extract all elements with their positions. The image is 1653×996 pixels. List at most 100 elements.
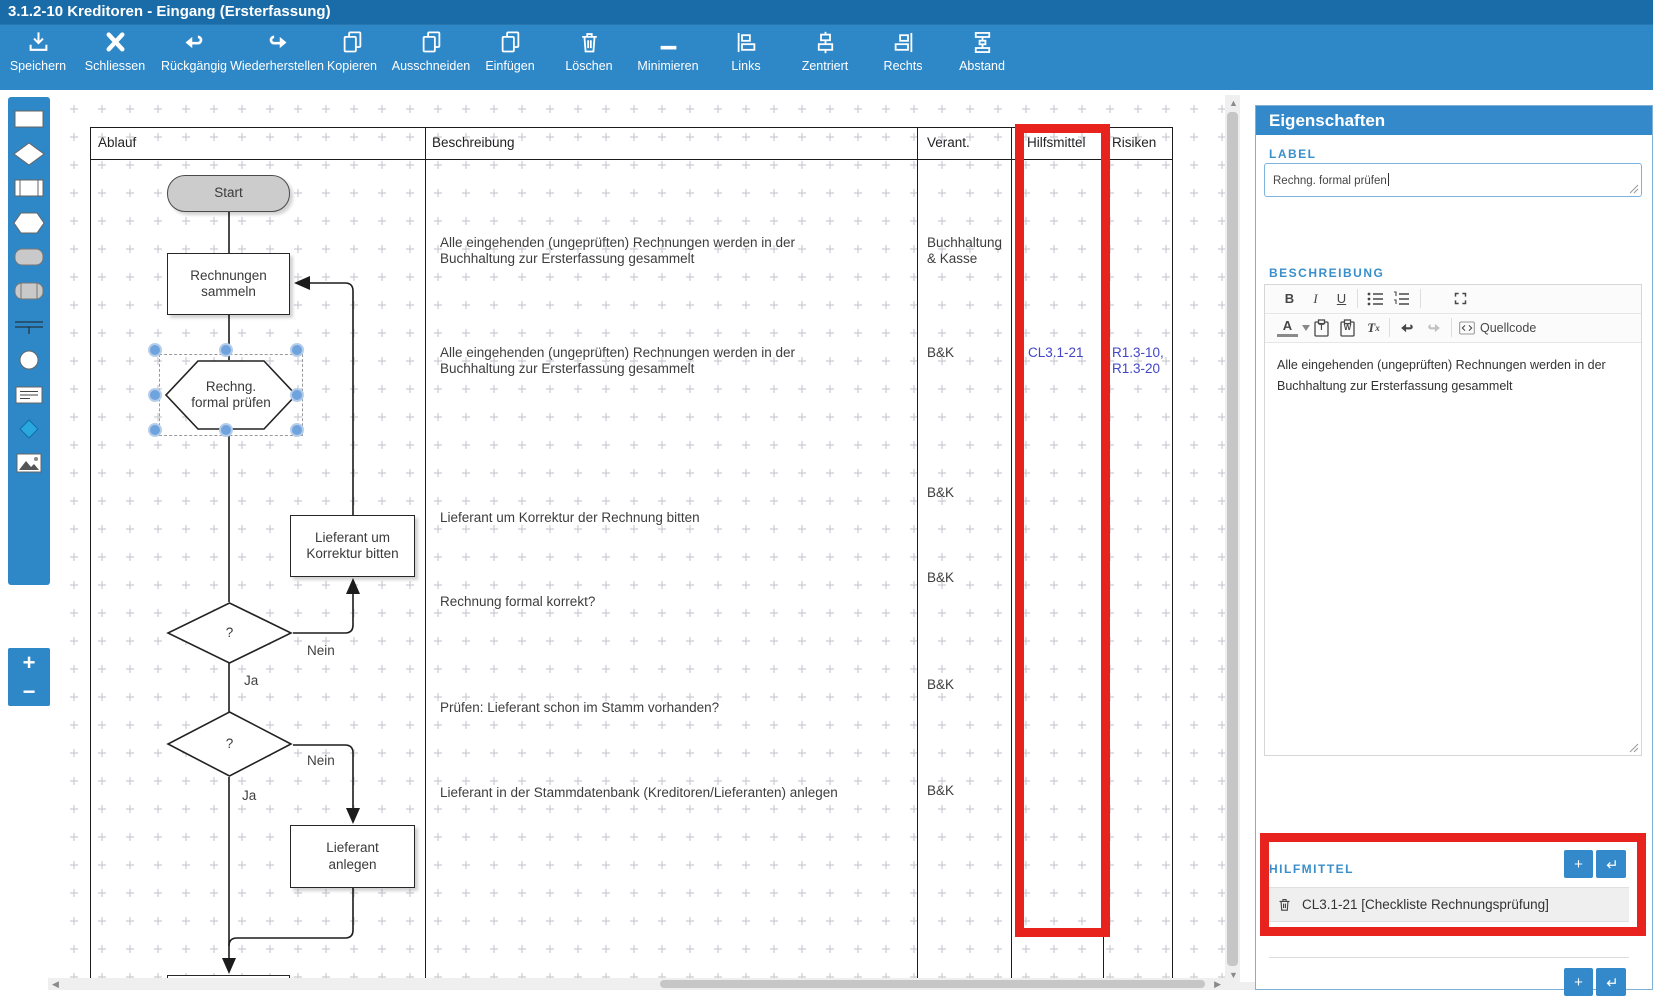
node-lieferant-anlegen[interactable]: Lieferant anlegen [290, 825, 415, 888]
description-content[interactable]: Alle eingehenden (ungeprüften) Rechnunge… [1265, 342, 1641, 755]
label-input[interactable]: Rechng. formal prüfen [1264, 163, 1642, 197]
edge-label-ja2: Ja [242, 788, 257, 803]
save-button[interactable]: Speichern [3, 29, 73, 73]
trash-icon[interactable] [1277, 896, 1292, 913]
paste-as-text-button[interactable]: T [1311, 317, 1332, 338]
tool-predefined-process-icon[interactable] [12, 175, 46, 201]
properties-panel: Eigenschaften LABEL Rechng. formal prüfe… [1255, 105, 1653, 996]
numbered-list-button[interactable] [1391, 288, 1412, 309]
row-verant: B&K [927, 783, 955, 798]
resize-handle-icon[interactable] [1629, 184, 1639, 194]
spacing-label: Abstand [959, 59, 1005, 73]
tool-terminator-subprocess-icon[interactable] [12, 278, 46, 304]
scroll-up-icon[interactable]: ▲ [1229, 99, 1238, 108]
edge-label-nein1: Nein [307, 643, 335, 658]
paste-from-word-button[interactable]: W [1337, 317, 1358, 338]
tool-diamond-icon[interactable] [12, 141, 46, 167]
table-left-border [90, 127, 91, 978]
hilfsmittel-link-button[interactable] [1596, 850, 1626, 878]
source-code-button[interactable]: Quellcode [1459, 317, 1545, 338]
scroll-right-icon[interactable]: ▶ [1214, 980, 1221, 989]
bullet-list-button[interactable] [1365, 288, 1386, 309]
next-section-add-button[interactable]: + [1564, 968, 1593, 996]
delete-label: Löschen [565, 59, 613, 73]
redo-icon [269, 35, 286, 49]
align-right-label: Rechts [883, 59, 923, 73]
canvas-horizontal-scrollbar-thumb[interactable] [660, 980, 1205, 988]
row-risiken-link[interactable]: R1.3-10, R1.3-20 [1112, 345, 1172, 378]
row-verant: Buchhaltung & Kasse [927, 235, 1003, 267]
tool-terminator-icon[interactable] [12, 244, 46, 270]
editor-undo-button[interactable] [1397, 317, 1418, 338]
italic-button[interactable]: I [1305, 288, 1326, 309]
node-lieferant-korrektur[interactable]: Lieferant um Korrektur bitten [290, 515, 415, 577]
spacing-button[interactable]: Abstand [952, 29, 1012, 73]
row-hilfsmittel-link[interactable]: CL3.1-21 [1028, 345, 1098, 361]
row-beschreibung: Prüfen: Lieferant schon im Stamm vorhand… [440, 700, 720, 715]
canvas-grid [60, 95, 1225, 978]
selection-handle[interactable] [219, 423, 233, 437]
edge-label-ja1: Ja [244, 673, 259, 688]
zoom-in-button[interactable]: + [23, 651, 36, 674]
node-rechnungen-sammeln[interactable]: Rechnungen sammeln [167, 253, 290, 315]
enter-arrow-icon [1606, 859, 1616, 868]
selection-handle[interactable] [148, 343, 162, 357]
tool-rectangle-icon[interactable] [12, 106, 46, 132]
selection-handle[interactable] [148, 423, 162, 437]
column-header-hilfsmittel: Hilfsmittel [1027, 135, 1086, 150]
undo-label: Rückgängig [160, 59, 227, 73]
hilfsmittel-item-label: CL3.1-21 [Checkliste Rechnungsprüfung] [1302, 897, 1549, 912]
align-center-button[interactable]: Zentriert [795, 29, 855, 73]
tool-hexagon-icon[interactable] [12, 210, 46, 236]
zoom-out-button[interactable]: − [23, 680, 36, 703]
selection-handle[interactable] [290, 343, 304, 357]
remove-format-button[interactable]: Tx [1363, 317, 1384, 338]
node-decision2-shape[interactable] [166, 711, 293, 777]
underline-button[interactable]: U [1331, 288, 1352, 309]
tool-circle-icon[interactable] [12, 347, 46, 373]
save-icon [29, 32, 47, 51]
tool-note-icon[interactable] [12, 382, 46, 408]
spacing-icon [974, 32, 990, 53]
tool-reference-diamond-icon[interactable] [12, 416, 46, 442]
shape-palette [8, 97, 50, 585]
table-header-line [90, 159, 1172, 160]
align-left-button[interactable]: Links [721, 29, 771, 73]
table-divider-ablauf [425, 127, 426, 978]
resize-handle-icon[interactable] [1629, 743, 1639, 753]
close-button[interactable]: Schliessen [80, 29, 150, 73]
canvas-vertical-scrollbar-thumb[interactable] [1227, 112, 1238, 966]
align-right-button[interactable]: Rechts [873, 29, 933, 73]
paste-button[interactable]: Einfügen [480, 29, 540, 73]
minimize-button[interactable]: Minimieren [633, 29, 703, 73]
selection-handle[interactable] [290, 423, 304, 437]
selection-handle[interactable] [219, 343, 233, 357]
node-decision1-shape[interactable] [166, 602, 293, 664]
node-start[interactable]: Start [167, 175, 290, 212]
cut-button[interactable]: Ausschneiden [391, 29, 471, 73]
scroll-down-icon[interactable]: ▼ [1229, 971, 1238, 980]
align-left-label: Links [731, 59, 761, 73]
canvas-horizontal-scrollbar[interactable]: ◀ ▶ [48, 978, 1225, 990]
redo-button[interactable]: Wiederherstellen [230, 29, 324, 73]
selection-handle[interactable] [290, 388, 304, 402]
copy-button[interactable]: Kopieren [317, 29, 387, 73]
scroll-left-icon[interactable]: ◀ [52, 980, 59, 989]
tool-image-icon[interactable] [12, 450, 46, 476]
selection-handle[interactable] [148, 388, 162, 402]
bold-button[interactable]: B [1279, 288, 1300, 309]
tool-parallel-lines-icon[interactable] [12, 313, 46, 339]
flowchart-canvas[interactable]: Ablauf Beschreibung Verant. Hilfsmittel … [60, 95, 1225, 978]
delete-button[interactable]: Löschen [559, 29, 619, 73]
paste-word-letter: W [1343, 323, 1352, 332]
next-section-link-button[interactable] [1596, 968, 1626, 996]
maximize-button[interactable] [1450, 288, 1471, 309]
canvas-vertical-scrollbar[interactable]: ▲ ▼ [1225, 95, 1240, 990]
remove-format-x: x [1375, 322, 1380, 333]
hilfsmittel-add-button[interactable]: + [1564, 850, 1593, 878]
node-hexagon-shape[interactable] [165, 360, 297, 430]
copy-label: Kopieren [326, 59, 378, 73]
zoom-controls: + − [8, 648, 50, 706]
editor-redo-button[interactable] [1423, 317, 1444, 338]
undo-button[interactable]: Rückgängig [154, 29, 234, 73]
